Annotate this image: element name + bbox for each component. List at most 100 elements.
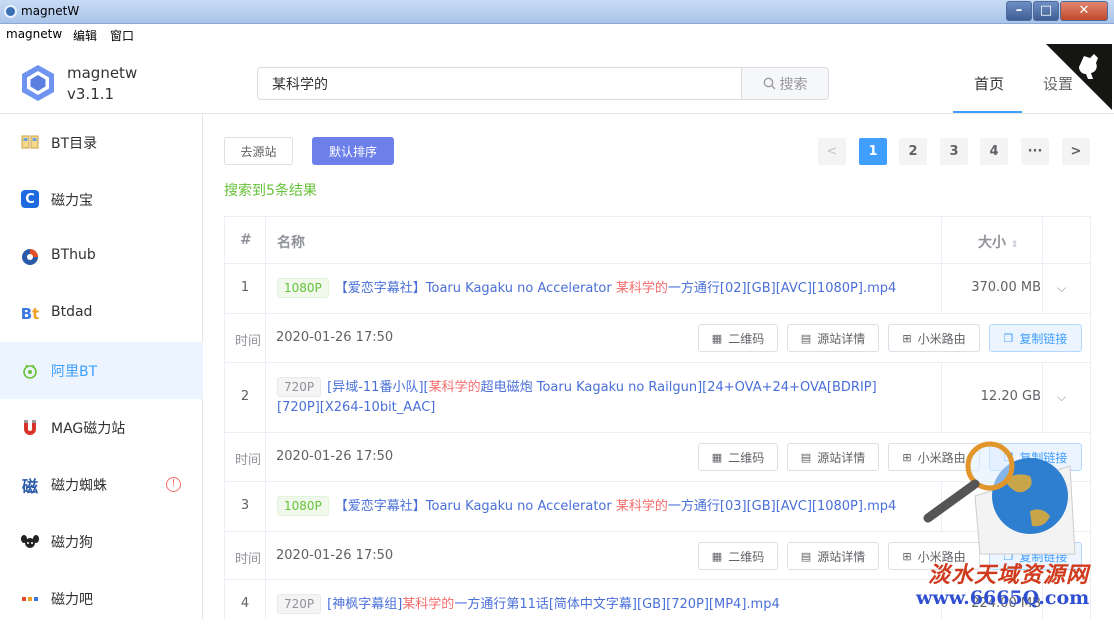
xiaomi-router-button[interactable]: ⊞ 小米路由 (888, 324, 980, 352)
watermark-globe-icon (923, 441, 1076, 555)
name-prefix: [异域-11番小队][ (327, 380, 429, 395)
page-3-button[interactable]: 3 (940, 138, 968, 165)
chevron-down-icon[interactable]: ⌵ (1057, 281, 1066, 296)
router-icon: ⊞ (902, 331, 912, 345)
row-index: 4 (240, 596, 250, 611)
bthub-icon (20, 247, 40, 267)
menu-window[interactable]: 窗口 (110, 27, 134, 44)
c-logo-icon: C (21, 190, 39, 208)
sidebar-item-spider[interactable]: 磁 磁力蜘蛛 ! (0, 456, 203, 513)
table-header: # 名称 大小 ⇕ (225, 217, 1090, 264)
row-index: 2 (240, 389, 250, 404)
sidebar-item-mag[interactable]: MAG磁力站 (0, 399, 203, 456)
more-pages-button[interactable]: ··· (1021, 138, 1049, 165)
maximize-button[interactable]: □ (1033, 1, 1059, 21)
app-header: magnetw v3.1.1 搜索 首页 设置 (0, 44, 1114, 114)
magnet-icon (20, 418, 40, 438)
search-icon (763, 77, 775, 90)
table-row-details: 时间 2020-01-26 17:50 ▦ 二维码 ▤ 源站详情 ⊞ 小米路由 ❐ 复制… (225, 314, 1090, 363)
qrcode-button[interactable]: ▦ 二维码 (698, 542, 778, 570)
table-row: 1 1080P 【爱恋字幕社】Toaru Kagaku no Accelerato… (225, 264, 1090, 314)
page-4-button[interactable]: 4 (980, 138, 1008, 165)
torrent-name[interactable]: 720P [神枫字幕组]某科学的一方通行第11话[简体中文字幕][GB][720P… (277, 594, 897, 615)
app-version: v3.1.1 (67, 85, 115, 103)
page-2-button[interactable]: 2 (899, 138, 927, 165)
nav-active-indicator (953, 111, 1022, 113)
document-icon: ▤ (800, 549, 812, 563)
resolution-tag: 1080P (277, 278, 329, 298)
sidebar-item-label: 磁力吧 (51, 592, 93, 608)
go-to-source-button[interactable]: 去源站 (224, 137, 293, 165)
resolution-tag: 720P (277, 377, 322, 397)
menu-edit[interactable]: 编辑 (73, 27, 97, 44)
time-label: 时间 (235, 453, 262, 468)
sidebar-item-label: BThub (51, 247, 96, 263)
next-page-button[interactable]: > (1062, 138, 1090, 165)
document-icon: ▤ (800, 450, 812, 464)
copy-link-button[interactable]: ❐ 复制链接 (989, 324, 1082, 352)
sidebar-item-ba[interactable]: 磁力吧 (0, 570, 203, 627)
minimize-button[interactable]: – (1006, 1, 1032, 21)
source-detail-button[interactable]: ▤ 源站详情 (787, 324, 879, 352)
header-index: # (240, 232, 252, 248)
qrcode-label: 二维码 (728, 331, 765, 346)
torrent-name[interactable]: 720P [异域-11番小队][某科学的超电磁炮 Toaru Kagaku no … (277, 377, 897, 418)
spider-icon: 磁 (21, 477, 38, 496)
header-name: 名称 (277, 235, 305, 251)
window-titlebar: magnetW – □ ✕ (0, 0, 1114, 24)
github-corner-icon[interactable] (1046, 44, 1112, 110)
qrcode-button[interactable]: ▦ 二维码 (698, 324, 778, 352)
window-title: magnetW (21, 4, 80, 18)
bt-icon: Bt (20, 305, 40, 323)
sidebar-item-label: 磁力宝 (51, 193, 93, 209)
name-suffix: 一方通行第11话[简体中文字幕][GB][720P][MP4].mp4 (454, 597, 780, 612)
sidebar: BT目录 C 磁力宝 BThub Bt Btdad 阿里BT MAG磁力站 磁 … (0, 114, 203, 619)
torrent-name[interactable]: 1080P 【爱恋字幕社】Toaru Kagaku no Accelerator … (277, 496, 897, 517)
sidebar-item-alibt[interactable]: 阿里BT (0, 342, 203, 399)
sidebar-item-bt-catalog[interactable]: BT目录 (0, 114, 203, 171)
name-highlight: 某科学的 (428, 380, 481, 395)
default-sort-button[interactable]: 默认排序 (312, 137, 394, 165)
sidebar-item-label: 磁力蜘蛛 (51, 478, 107, 494)
name-highlight: 某科学的 (615, 499, 668, 514)
torrent-name[interactable]: 1080P 【爱恋字幕社】Toaru Kagaku no Accelerator … (277, 278, 897, 299)
close-button[interactable]: ✕ (1060, 1, 1108, 21)
qrcode-button[interactable]: ▦ 二维码 (698, 443, 778, 471)
watermark-text: 淡水天域资源网 (928, 562, 1090, 588)
document-icon: ▤ (800, 331, 812, 345)
source-detail-button[interactable]: ▤ 源站详情 (787, 443, 879, 471)
sidebar-item-dog[interactable]: 磁力狗 (0, 513, 203, 570)
row-index: 3 (240, 498, 250, 513)
qrcode-icon: ▦ (711, 331, 723, 345)
header-size[interactable]: 大小 ⇕ (978, 232, 1018, 252)
qrcode-icon: ▦ (711, 450, 723, 464)
sidebar-item-bthub[interactable]: BThub (0, 228, 203, 285)
resolution-tag: 720P (277, 594, 322, 614)
time-value: 2020-01-26 17:50 (276, 330, 394, 345)
page-1-button[interactable]: 1 (859, 138, 887, 165)
prev-page-button[interactable]: < (818, 138, 846, 165)
sidebar-item-label: MAG磁力站 (51, 421, 126, 437)
nav-home[interactable]: 首页 (974, 73, 1004, 94)
ba-icon (20, 589, 40, 609)
router-icon: ⊞ (902, 450, 912, 464)
file-size: 370.00 MB (971, 280, 1041, 295)
magnetw-logo-icon (22, 65, 54, 101)
sidebar-item-cilibao[interactable]: C 磁力宝 (0, 171, 203, 228)
source-detail-button[interactable]: ▤ 源站详情 (787, 542, 879, 570)
watermark-url: www.6665Q.com (916, 587, 1090, 609)
search-input[interactable] (257, 67, 742, 100)
time-value: 2020-01-26 17:50 (276, 449, 394, 464)
chevron-down-icon[interactable]: ⌵ (1057, 390, 1066, 405)
sidebar-item-label: 磁力狗 (51, 535, 93, 551)
qrcode-label: 二维码 (728, 450, 765, 465)
sort-caret-icon: ⇕ (1010, 240, 1019, 250)
warning-icon: ! (166, 477, 181, 492)
sidebar-item-label: 阿里BT (51, 364, 98, 380)
detail-label: 源站详情 (817, 331, 866, 346)
name-suffix: 一方通行[03][GB][AVC][1080P].mp4 (667, 499, 897, 514)
search-button[interactable]: 搜索 (741, 67, 829, 100)
qrcode-label: 二维码 (728, 549, 765, 564)
menu-magnetw[interactable]: magnetw (6, 27, 62, 41)
sidebar-item-btdad[interactable]: Bt Btdad (0, 285, 203, 342)
